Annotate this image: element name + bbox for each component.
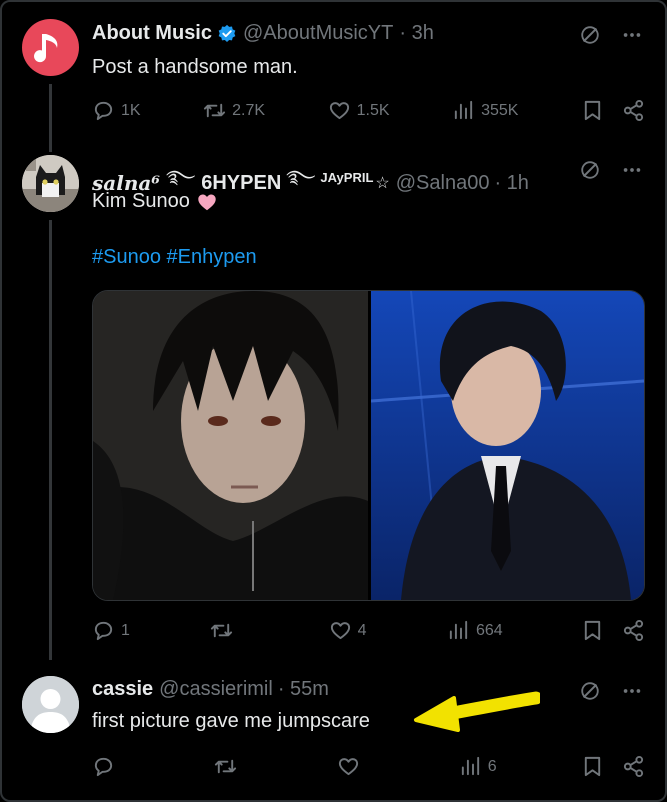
- bookmark-share-group: [581, 99, 645, 122]
- view-count: 6: [487, 757, 497, 775]
- reply-icon: [94, 621, 113, 641]
- retweet-count: 2.7K: [232, 101, 266, 119]
- view-count: 355K: [481, 101, 519, 119]
- swirl-glyph-icon-2: ࿐: [286, 167, 316, 187]
- media-photo-2[interactable]: [368, 291, 644, 600]
- handle[interactable]: @AboutMusicYT: [243, 22, 393, 45]
- portrait-photo-1: [93, 291, 368, 600]
- share-icon[interactable]: [622, 755, 645, 778]
- like-button[interactable]: 4: [329, 619, 369, 642]
- tweet-header: About Music @AboutMusicYT · 3h: [92, 22, 647, 45]
- tweet-header: cassie @cassierimil · 55m: [92, 678, 647, 701]
- tweet-about-music[interactable]: About Music @AboutMusicYT · 3h Post a ha…: [0, 0, 667, 150]
- retweet-button[interactable]: [210, 619, 250, 642]
- star-icon: ☆: [375, 175, 390, 192]
- timestamp[interactable]: · 55m: [278, 678, 329, 701]
- reply-button[interactable]: 1: [92, 619, 132, 642]
- views-chart-icon: [461, 756, 479, 776]
- tweet-text: Kim Sunoo: [92, 190, 218, 213]
- tweet-top-actions: [579, 680, 643, 702]
- retweet-icon: [215, 759, 237, 774]
- heart-icon: [338, 758, 358, 776]
- bookmark-share-group: [581, 755, 645, 778]
- like-button[interactable]: 1.5K: [328, 99, 390, 122]
- yellow-arrow-annotation: [414, 691, 540, 732]
- views-button[interactable]: 664: [447, 619, 503, 642]
- pink-heart-emoji-icon: [198, 193, 216, 210]
- reply-count: 1: [121, 621, 130, 639]
- display-name[interactable]: cassie: [92, 678, 153, 701]
- views-button[interactable]: 355K: [452, 99, 518, 122]
- heart-icon: [330, 622, 350, 640]
- reply-count: 1K: [121, 101, 141, 119]
- timestamp[interactable]: · 3h: [399, 22, 433, 45]
- tweet-text: first picture gave me jumpscare: [92, 710, 370, 732]
- tweet-action-bar: 1 4 664: [92, 619, 645, 642]
- display-name[interactable]: About Music: [92, 22, 212, 45]
- portrait-photo-2: [370, 291, 644, 600]
- share-icon[interactable]: [622, 99, 645, 122]
- handle[interactable]: @Salna00: [396, 172, 490, 195]
- bookmark-icon[interactable]: [581, 99, 604, 122]
- handle[interactable]: @cassierimil: [159, 678, 273, 701]
- more-options-icon[interactable]: [621, 24, 643, 46]
- cat-avatar-image: [22, 155, 79, 212]
- default-avatar-icon: [22, 676, 79, 733]
- view-count: 664: [475, 621, 503, 639]
- like-count: 1.5K: [356, 101, 390, 119]
- tweet-action-bar: 6: [92, 755, 645, 778]
- grok-icon[interactable]: [579, 159, 601, 181]
- tweet-text: Post a handsome man.: [92, 56, 298, 78]
- bookmark-share-group: [581, 619, 645, 642]
- thread-line: [49, 220, 52, 660]
- tweet-cassie[interactable]: cassie @cassierimil · 55m first picture …: [0, 660, 667, 802]
- avatar-salna[interactable]: [22, 155, 79, 212]
- retweet-icon: [211, 623, 233, 638]
- retweet-button[interactable]: 2.7K: [203, 99, 265, 122]
- heart-icon: [329, 102, 349, 120]
- avatar-cassie[interactable]: [22, 676, 79, 733]
- timestamp[interactable]: · 1h: [494, 172, 528, 195]
- verified-badge-icon: [218, 24, 236, 42]
- reply-icon: [94, 757, 113, 777]
- hashtags[interactable]: #Sunoo #Enhypen: [92, 246, 257, 269]
- like-button[interactable]: [337, 755, 377, 778]
- like-count: 4: [357, 621, 367, 639]
- tweet-text-content: Kim Sunoo: [92, 190, 190, 212]
- bookmark-icon[interactable]: [581, 755, 604, 778]
- reply-button[interactable]: 1K: [92, 99, 141, 122]
- reply-button[interactable]: [92, 755, 132, 778]
- retweet-button[interactable]: [214, 755, 254, 778]
- tweet-top-actions: [579, 24, 643, 46]
- retweet-icon: [204, 103, 226, 118]
- display-name-suffix[interactable]: JAyPRIL: [320, 170, 373, 185]
- reply-icon: [94, 101, 113, 121]
- tweet-top-actions: [579, 159, 643, 181]
- views-button[interactable]: 6: [459, 755, 499, 778]
- more-options-icon[interactable]: [621, 159, 643, 181]
- grok-icon[interactable]: [579, 24, 601, 46]
- grok-icon[interactable]: [579, 680, 601, 702]
- more-options-icon[interactable]: [621, 680, 643, 702]
- music-note-icon: [33, 33, 57, 62]
- tweet-media-grid[interactable]: [92, 290, 645, 601]
- tweet-action-bar: 1K 2.7K 1.5K 355K: [92, 99, 645, 122]
- views-chart-icon: [454, 100, 473, 120]
- share-icon[interactable]: [622, 619, 645, 642]
- bookmark-icon[interactable]: [581, 619, 604, 642]
- avatar-about-music[interactable]: [22, 19, 79, 76]
- media-photo-1[interactable]: [93, 291, 368, 600]
- views-chart-icon: [449, 620, 468, 640]
